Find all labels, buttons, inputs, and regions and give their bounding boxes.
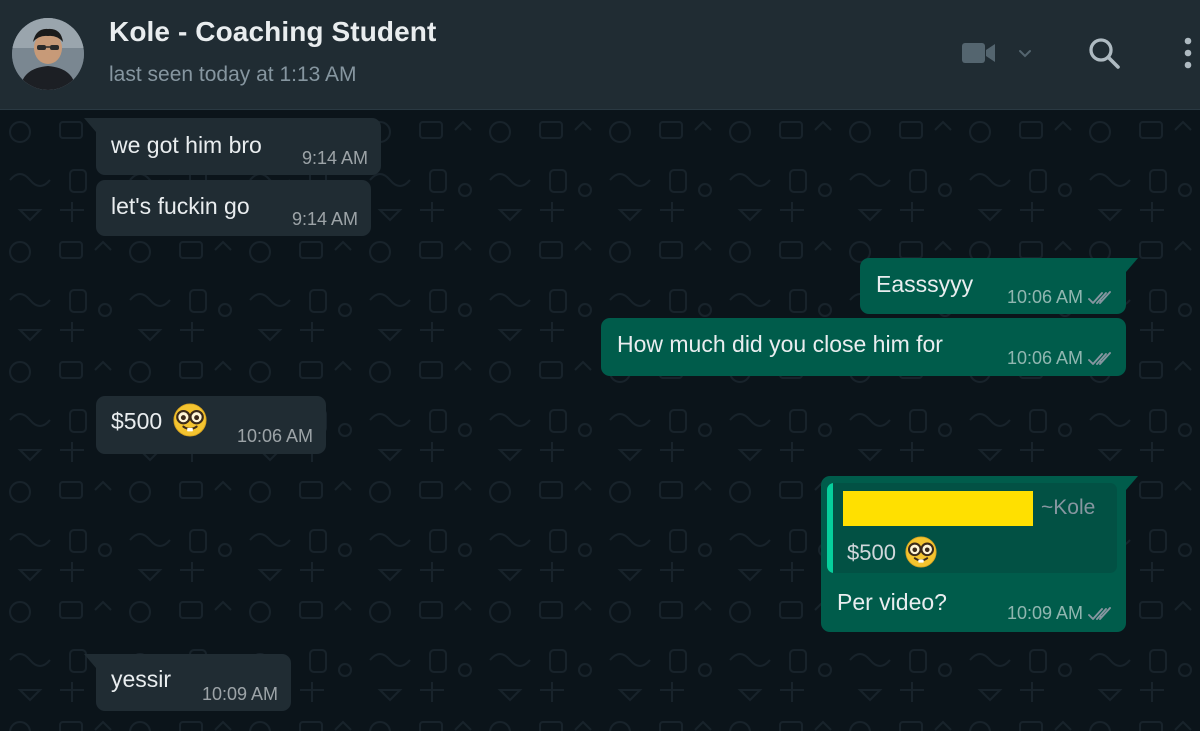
message-time: 10:09 AM: [202, 684, 278, 705]
timestamp: 10:06 AM: [236, 426, 313, 446]
timestamp: 10:06 AM: [1006, 287, 1083, 307]
video-call-button[interactable]: [960, 32, 1040, 78]
search-icon: [1086, 35, 1122, 76]
video-camera-icon: [960, 40, 998, 71]
timestamp: 10:09 AM: [1006, 603, 1083, 623]
timestamp: 9:14 AM: [291, 209, 358, 229]
message-time: 9:14 AM: [302, 148, 368, 169]
contact-name[interactable]: Kole - Coaching Student: [109, 16, 436, 48]
quoted-message[interactable]: ~Kole $500: [827, 483, 1117, 573]
message-bubble-outgoing[interactable]: Easssyyy 10:06 AM: [860, 258, 1138, 314]
message-text: $500: [111, 408, 207, 437]
search-button[interactable]: [1082, 32, 1126, 78]
message-bubble-outgoing-reply[interactable]: ~Kole $500 Per video? 10:09 AM: [821, 476, 1138, 632]
avatar[interactable]: [12, 18, 84, 90]
nerd-face-emoji: [905, 536, 937, 568]
message-time: 10:06 AM: [1007, 348, 1114, 369]
message-bubble-incoming[interactable]: we got him bro 9:14 AM: [84, 118, 381, 175]
more-options-button[interactable]: [1176, 32, 1200, 78]
double-check-icon: [1088, 351, 1114, 367]
message-time: 10:09 AM: [1007, 603, 1114, 624]
message-bubble-outgoing[interactable]: How much did you close him for 10:06 AM: [601, 318, 1126, 376]
chat-header: Kole - Coaching Student last seen today …: [0, 0, 1200, 110]
more-vertical-icon: [1183, 36, 1193, 75]
timestamp: 10:09 AM: [201, 684, 278, 704]
message-text-value: $500: [111, 408, 163, 434]
last-seen-status: last seen today at 1:13 AM: [109, 63, 357, 86]
message-time: 10:06 AM: [1007, 287, 1114, 308]
quote-text: $500: [847, 540, 937, 568]
quote-author: ~Kole: [1041, 496, 1096, 519]
quote-accent-bar: [827, 483, 833, 573]
message-text: Easssyyy: [876, 271, 974, 297]
nerd-face-emoji: [173, 403, 207, 437]
message-bubble-incoming[interactable]: yessir 10:09 AM: [84, 654, 291, 711]
timestamp: 10:06 AM: [1006, 348, 1083, 368]
message-text: we got him bro: [111, 132, 262, 158]
message-text: let's fuckin go: [111, 193, 250, 219]
message-text: yessir: [111, 666, 172, 692]
message-text: Per video?: [837, 589, 947, 615]
timestamp: 9:14 AM: [301, 148, 368, 168]
message-time: 10:06 AM: [237, 426, 313, 447]
message-text: How much did you close him for: [617, 331, 943, 357]
message-bubble-incoming[interactable]: $500 10:06 AM: [96, 396, 326, 454]
double-check-icon: [1088, 606, 1114, 622]
message-bubble-incoming[interactable]: let's fuckin go 9:14 AM: [96, 180, 371, 236]
message-list[interactable]: we got him bro 9:14 AM let's fuckin go 9…: [0, 110, 1200, 731]
chat-window: Kole - Coaching Student last seen today …: [0, 0, 1200, 731]
message-time: 9:14 AM: [292, 209, 358, 230]
quote-text-value: $500: [847, 540, 896, 565]
redaction-highlight: [843, 491, 1033, 526]
double-check-icon: [1088, 290, 1114, 306]
chevron-down-icon: [1018, 46, 1032, 64]
